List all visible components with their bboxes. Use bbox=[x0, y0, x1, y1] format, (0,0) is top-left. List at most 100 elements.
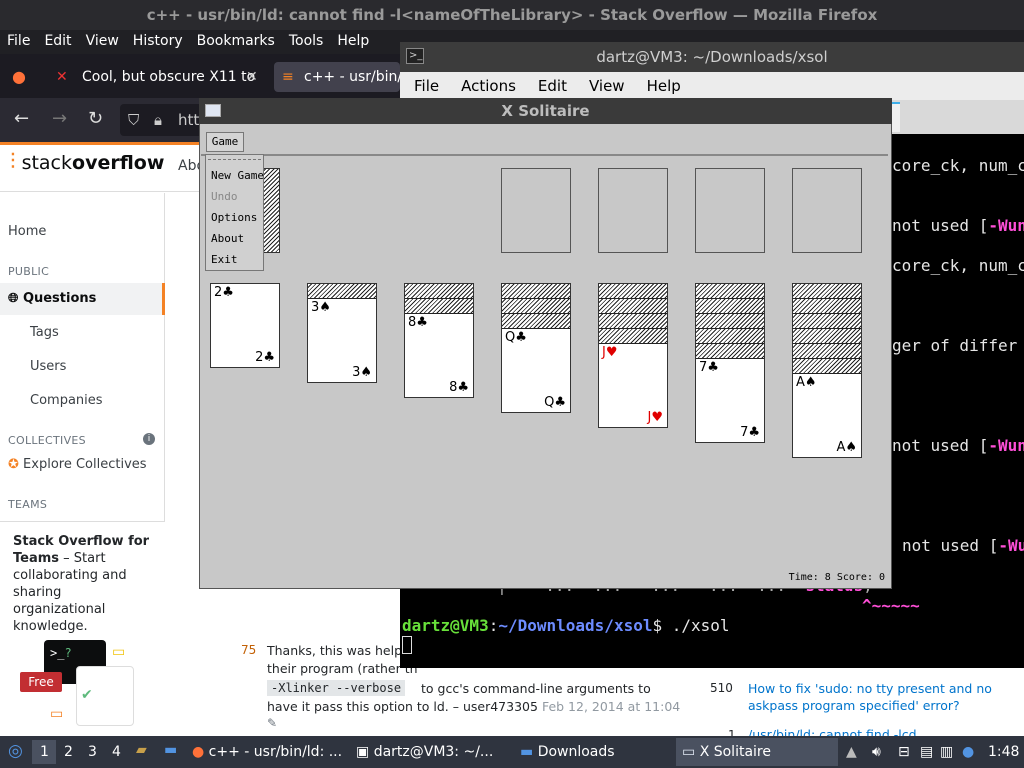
face-down-card[interactable] bbox=[502, 314, 570, 329]
tableau-pile[interactable]: 7♣ 7♣ bbox=[695, 283, 765, 443]
face-down-card[interactable] bbox=[502, 299, 570, 314]
notes-icon[interactable]: ▥ bbox=[940, 744, 953, 760]
sidebar-heading-public: PUBLIC bbox=[8, 265, 50, 278]
face-down-card[interactable] bbox=[308, 284, 376, 299]
face-down-card[interactable] bbox=[696, 329, 764, 344]
terminal-menu-help[interactable]: Help bbox=[633, 72, 689, 95]
face-down-card[interactable] bbox=[793, 314, 861, 329]
tab-x11[interactable]: ✕ Cool, but obscure X11 to ✕ bbox=[52, 62, 270, 92]
menu-item-new-game[interactable]: New Game bbox=[211, 169, 264, 182]
firefox-icon[interactable]: ● bbox=[12, 67, 26, 86]
chat-bubble-icon: ▭ bbox=[112, 644, 126, 660]
foundation-slot[interactable] bbox=[598, 168, 668, 253]
foundation-slot[interactable] bbox=[695, 168, 765, 253]
card-rank-top: Q♣ bbox=[505, 330, 527, 345]
tableau-pile[interactable]: 3♠ 3♠ bbox=[307, 283, 377, 383]
menu-item-exit[interactable]: Exit bbox=[211, 253, 238, 266]
back-icon[interactable]: ← bbox=[14, 108, 29, 129]
face-down-card[interactable] bbox=[696, 344, 764, 359]
face-down-card[interactable] bbox=[599, 299, 667, 314]
tableau-pile[interactable]: J♥ J♥ bbox=[598, 283, 668, 428]
terminal-menu-file[interactable]: File bbox=[400, 72, 447, 95]
workspace-1[interactable]: 1 bbox=[40, 744, 49, 760]
forward-icon[interactable]: → bbox=[52, 108, 67, 129]
face-down-card[interactable] bbox=[405, 299, 473, 314]
close-tab-icon[interactable]: ✕ bbox=[246, 62, 258, 92]
notification-icon[interactable]: ● bbox=[962, 744, 974, 760]
menu-item-options[interactable]: Options bbox=[211, 211, 257, 224]
workspace-4[interactable]: 4 bbox=[112, 744, 121, 760]
card-rank-top: A♠ bbox=[796, 375, 817, 390]
network-icon[interactable]: ⊟ bbox=[898, 744, 910, 760]
menu-view[interactable]: View bbox=[79, 30, 126, 49]
stackoverflow-logo[interactable]: ⫶ stackoverflow bbox=[10, 150, 164, 175]
menu-tearoff[interactable] bbox=[208, 159, 261, 160]
terminal-line: core_ck, num_c bbox=[892, 256, 1024, 275]
face-down-card[interactable] bbox=[793, 299, 861, 314]
menu-edit[interactable]: Edit bbox=[37, 30, 78, 49]
logo-text-light: stack bbox=[21, 152, 73, 174]
info-icon[interactable]: i bbox=[143, 433, 155, 445]
face-down-card[interactable] bbox=[696, 284, 764, 299]
menu-help[interactable]: Help bbox=[330, 30, 376, 49]
file-manager-launcher-icon[interactable]: ▰ bbox=[136, 742, 147, 758]
taskbar-app-firefox[interactable]: ● c++ - usr/bin/ld: ... bbox=[192, 738, 342, 766]
tray-disk-icon[interactable]: ▲ bbox=[846, 744, 857, 760]
inline-code: -Xlinker --verbose bbox=[267, 680, 406, 696]
sidebar-item-explore-collectives[interactable]: ✪ Explore Collectives bbox=[8, 457, 147, 472]
reload-icon[interactable]: ↻ bbox=[88, 108, 103, 129]
face-down-card[interactable] bbox=[793, 359, 861, 374]
taskbar-app-terminal[interactable]: ▣ dartz@VM3: ~/... bbox=[356, 738, 493, 766]
terminal-menu-actions[interactable]: Actions bbox=[447, 72, 524, 95]
tableau-pile[interactable]: 2♣ 2♣ bbox=[210, 283, 280, 368]
stack-logo-icon: ⫶ bbox=[10, 150, 16, 175]
face-down-card[interactable] bbox=[696, 314, 764, 329]
game-dropdown-menu: New Game Undo Options About Exit bbox=[205, 154, 264, 271]
tableau-pile[interactable]: 8♣ 8♣ bbox=[404, 283, 474, 398]
sidebar-item-questions[interactable]: 🌐︎ Questions bbox=[8, 291, 96, 306]
terminal-menubar: File Actions Edit View Help bbox=[400, 72, 1024, 100]
volume-icon[interactable]: 🔊︎ bbox=[872, 744, 881, 760]
x-icon: ✕ bbox=[56, 69, 68, 85]
tab-stackoverflow[interactable]: ≡ c++ - usr/bin/l bbox=[274, 62, 400, 92]
workspace-3[interactable]: 3 bbox=[88, 744, 97, 760]
sidebar-item-home[interactable]: Home bbox=[8, 224, 46, 239]
face-down-card[interactable] bbox=[599, 314, 667, 329]
globe-icon: 🌐︎ bbox=[8, 291, 19, 306]
show-desktop-icon[interactable]: ▬ bbox=[164, 742, 177, 758]
face-down-card[interactable] bbox=[599, 284, 667, 299]
menu-tools[interactable]: Tools bbox=[282, 30, 331, 49]
terminal-cursor bbox=[402, 636, 412, 654]
related-link[interactable]: How to fix 'sudo: no tty present and no … bbox=[748, 680, 1008, 714]
foundation-slot[interactable] bbox=[501, 168, 571, 253]
face-down-card[interactable] bbox=[793, 284, 861, 299]
menu-history[interactable]: History bbox=[126, 30, 190, 49]
terminal-menu-edit[interactable]: Edit bbox=[524, 72, 575, 95]
game-menu-button[interactable]: Game bbox=[206, 132, 244, 152]
sidebar-item-users[interactable]: Users bbox=[30, 359, 66, 374]
foundation-slot[interactable] bbox=[792, 168, 862, 253]
face-down-card[interactable] bbox=[793, 344, 861, 359]
terminal-menu-view[interactable]: View bbox=[575, 72, 633, 95]
menu-bookmarks[interactable]: Bookmarks bbox=[190, 30, 282, 49]
start-menu-icon[interactable]: ◎ bbox=[8, 741, 23, 761]
workspace-2[interactable]: 2 bbox=[64, 744, 73, 760]
face-down-card[interactable] bbox=[502, 284, 570, 299]
face-down-card[interactable] bbox=[793, 329, 861, 344]
menu-item-about[interactable]: About bbox=[211, 232, 244, 245]
menu-file[interactable]: File bbox=[0, 30, 37, 49]
pencil-icon[interactable]: ✎ bbox=[267, 716, 277, 730]
tableau-pile[interactable]: Q♣ Q♣ bbox=[501, 283, 571, 413]
sidebar-item-tags[interactable]: Tags bbox=[30, 325, 59, 340]
taskbar-app-label: dartz@VM3: ~/... bbox=[373, 744, 494, 760]
taskbar-app-xsolitaire[interactable]: ▭ X Solitaire bbox=[676, 738, 838, 766]
taskbar-app-downloads[interactable]: ▬ Downloads bbox=[520, 738, 615, 766]
face-down-card[interactable] bbox=[696, 299, 764, 314]
face-down-card[interactable] bbox=[405, 284, 473, 299]
face-down-card[interactable] bbox=[599, 329, 667, 344]
clipboard-icon[interactable]: ▤ bbox=[920, 744, 933, 760]
comment-score: 75 bbox=[241, 643, 257, 657]
related-questions: 510 How to fix 'sudo: no tty present and… bbox=[700, 672, 1024, 742]
tableau-pile[interactable]: A♠ A♠ bbox=[792, 283, 862, 458]
sidebar-item-companies[interactable]: Companies bbox=[30, 393, 103, 408]
